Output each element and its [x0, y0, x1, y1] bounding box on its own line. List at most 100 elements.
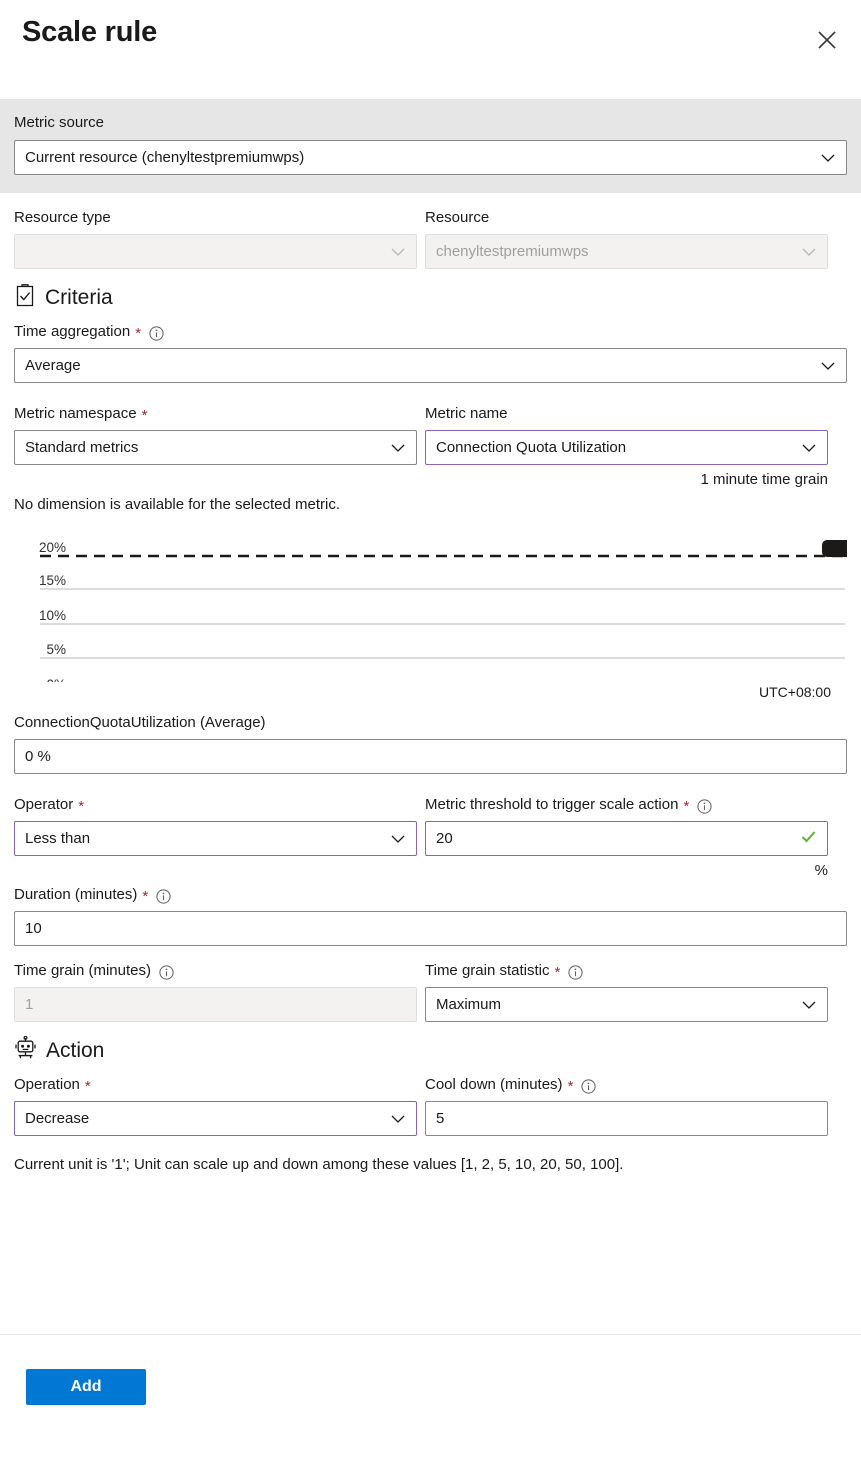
info-icon[interactable] [568, 965, 583, 980]
threshold-field: Metric threshold to trigger scale action… [425, 794, 828, 881]
operator-dropdown[interactable]: Less than [14, 821, 417, 856]
page-title: Scale rule [22, 16, 157, 49]
time-aggregation-field: Time aggregation * Average [14, 321, 847, 383]
dialog-footer: Add [0, 1334, 861, 1464]
chevron-down-icon [801, 997, 817, 1013]
metric-name-field: Metric name Connection Quota Utilization… [425, 403, 828, 490]
required-indicator: * [85, 1080, 91, 1094]
cool-down-input[interactable]: 5 [425, 1101, 828, 1136]
metric-source-dropdown[interactable]: Current resource (chenyltestpremiumwps) [14, 140, 847, 175]
action-row: Operation * Decrease Cool down (minutes)… [14, 1074, 847, 1136]
time-grain-value: 1 [25, 996, 406, 1013]
info-icon[interactable] [697, 799, 712, 814]
metric-name-label: Metric name [425, 403, 828, 425]
time-grain-statistic-value: Maximum [436, 996, 795, 1013]
resource-label: Resource [425, 207, 828, 229]
required-indicator: * [142, 409, 148, 423]
metric-namespace-field: Metric namespace * Standard metrics [14, 403, 417, 490]
time-aggregation-dropdown[interactable]: Average [14, 348, 847, 383]
dialog-body: Resource type Resource chenyltestpremium… [0, 193, 861, 1176]
required-indicator: * [683, 800, 689, 814]
metric-readout-field: ConnectionQuotaUtilization (Average) 0 % [14, 712, 847, 774]
add-button[interactable]: Add [26, 1369, 146, 1405]
info-icon[interactable] [581, 1079, 596, 1094]
cool-down-field: Cool down (minutes) * 5 [425, 1074, 828, 1136]
duration-label: Duration (minutes) * [14, 884, 847, 906]
criteria-title: Criteria [45, 286, 113, 310]
threshold-label: Metric threshold to trigger scale action… [425, 794, 828, 816]
threshold-unit: % [425, 861, 828, 881]
metric-namespace-label: Metric namespace * [14, 403, 417, 425]
ytick-label-0: 0% [46, 677, 66, 682]
metric-namespace-value: Standard metrics [25, 439, 384, 456]
resource-type-field: Resource type [14, 207, 417, 269]
metric-readout-label: ConnectionQuotaUtilization (Average) [14, 712, 847, 734]
operator-value: Less than [25, 830, 384, 847]
metric-name-dropdown[interactable]: Connection Quota Utilization [425, 430, 828, 465]
metric-namespace-dropdown[interactable]: Standard metrics [14, 430, 417, 465]
chevron-down-icon [820, 150, 836, 166]
metric-name-value: Connection Quota Utilization [436, 439, 795, 456]
time-grain-input: 1 [14, 987, 417, 1022]
threshold-value: 20 [436, 830, 800, 847]
metric-readout-value: 0 % [25, 748, 836, 765]
required-indicator: * [135, 327, 141, 341]
close-button[interactable] [809, 22, 845, 58]
operator-field: Operator * Less than [14, 794, 417, 881]
action-section-heading: Action [14, 1036, 847, 1065]
info-icon[interactable] [159, 965, 174, 980]
resource-type-label: Resource type [14, 207, 417, 229]
duration-value: 10 [25, 920, 836, 937]
clipboard-check-icon [14, 283, 36, 312]
time-grain-statistic-label: Time grain statistic * [425, 960, 828, 982]
metric-row: Metric namespace * Standard metrics Metr… [14, 403, 847, 490]
resource-value: chenyltestpremiumwps [436, 243, 795, 260]
metric-chart: 20% 15% 10% 5% 0% UTC+08:00 [14, 532, 847, 700]
threshold-handle [822, 540, 847, 557]
chevron-down-icon [390, 440, 406, 456]
dimension-note: No dimension is available for the select… [14, 494, 847, 516]
metric-chart-svg: 20% 15% 10% 5% 0% [14, 532, 847, 682]
metric-source-section: Metric source Current resource (chenylte… [0, 99, 861, 193]
chevron-down-icon [390, 831, 406, 847]
required-indicator: * [568, 1080, 574, 1094]
metric-readout-input[interactable]: 0 % [14, 739, 847, 774]
info-icon[interactable] [149, 326, 164, 341]
resource-dropdown: chenyltestpremiumwps [425, 234, 828, 269]
time-grain-row: Time grain (minutes) 1 Time grain statis… [14, 960, 847, 1022]
required-indicator: * [78, 800, 84, 814]
chevron-down-icon [801, 244, 817, 260]
time-grain-statistic-dropdown[interactable]: Maximum [425, 987, 828, 1022]
resource-field: Resource chenyltestpremiumwps [425, 207, 828, 269]
action-title: Action [46, 1039, 104, 1063]
chevron-down-icon [820, 358, 836, 374]
cool-down-label: Cool down (minutes) * [425, 1074, 828, 1096]
ytick-label-10: 10% [39, 608, 66, 623]
operation-value: Decrease [25, 1110, 384, 1127]
dialog-header: Scale rule [0, 0, 861, 99]
operation-label: Operation * [14, 1074, 417, 1096]
info-icon[interactable] [156, 889, 171, 904]
resource-type-dropdown [14, 234, 417, 269]
operation-field: Operation * Decrease [14, 1074, 417, 1136]
chevron-down-icon [390, 1111, 406, 1127]
ytick-label-20: 20% [39, 540, 66, 555]
chart-timezone-label: UTC+08:00 [759, 684, 831, 700]
time-aggregation-value: Average [25, 357, 814, 374]
chevron-down-icon [801, 440, 817, 456]
criteria-section-heading: Criteria [14, 283, 847, 312]
ytick-label-15: 15% [39, 573, 66, 588]
resource-row: Resource type Resource chenyltestpremium… [14, 207, 847, 269]
required-indicator: * [554, 966, 560, 980]
metric-source-value: Current resource (chenyltestpremiumwps) [25, 149, 814, 166]
time-grain-hint: 1 minute time grain [425, 470, 828, 490]
operator-label: Operator * [14, 794, 417, 816]
operation-dropdown[interactable]: Decrease [14, 1101, 417, 1136]
chevron-down-icon [390, 244, 406, 260]
threshold-input[interactable]: 20 [425, 821, 828, 856]
robot-icon [14, 1036, 37, 1065]
duration-field: Duration (minutes) * 10 [14, 884, 847, 946]
duration-input[interactable]: 10 [14, 911, 847, 946]
cool-down-value: 5 [436, 1110, 817, 1127]
metric-source-label: Metric source [14, 113, 847, 133]
